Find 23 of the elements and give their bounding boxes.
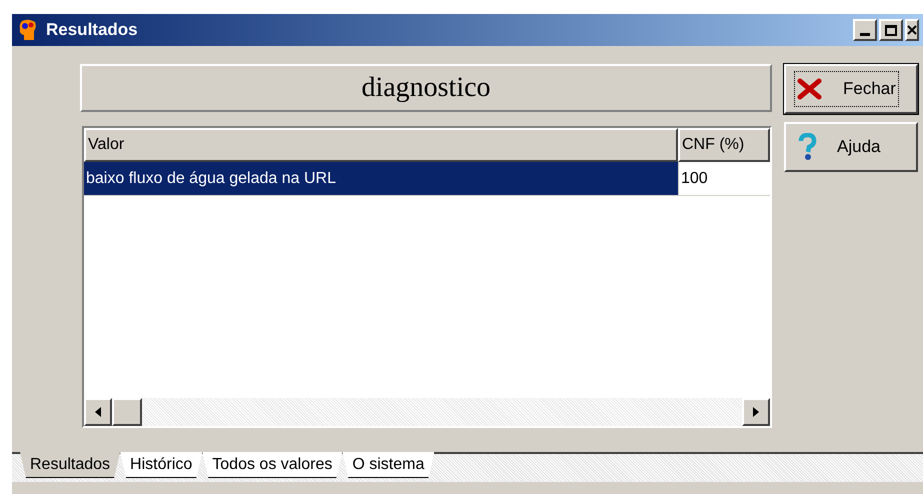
tab[interactable]: O sistema — [342, 452, 434, 478]
tab[interactable]: Todos os valores — [202, 452, 342, 478]
help-icon — [797, 133, 817, 161]
column-header[interactable]: Valor — [84, 128, 678, 162]
scroll-right-button[interactable] — [742, 398, 770, 426]
horizontal-scrollbar[interactable] — [84, 398, 770, 426]
close-icon — [797, 78, 823, 100]
help-button[interactable]: Ajuda — [784, 122, 918, 172]
close-icon — [907, 25, 917, 35]
column-header[interactable]: CNF (%) — [678, 128, 770, 162]
close-dialog-button[interactable]: Fechar — [784, 64, 918, 114]
maximize-button[interactable] — [879, 19, 903, 41]
tab[interactable]: Resultados — [20, 452, 120, 478]
minimize-button[interactable] — [853, 19, 877, 41]
left-arrow-icon — [95, 407, 101, 417]
scroll-thumb[interactable] — [112, 398, 142, 426]
close-button[interactable] — [905, 19, 919, 41]
window-title: Resultados — [46, 19, 138, 42]
scroll-left-button[interactable] — [84, 398, 112, 426]
header-title: diagnostico — [361, 71, 491, 105]
right-arrow-icon — [753, 407, 759, 417]
tab[interactable]: Histórico — [120, 452, 202, 478]
table-cell[interactable]: baixo fluxo de água gelada na URL — [84, 162, 678, 195]
